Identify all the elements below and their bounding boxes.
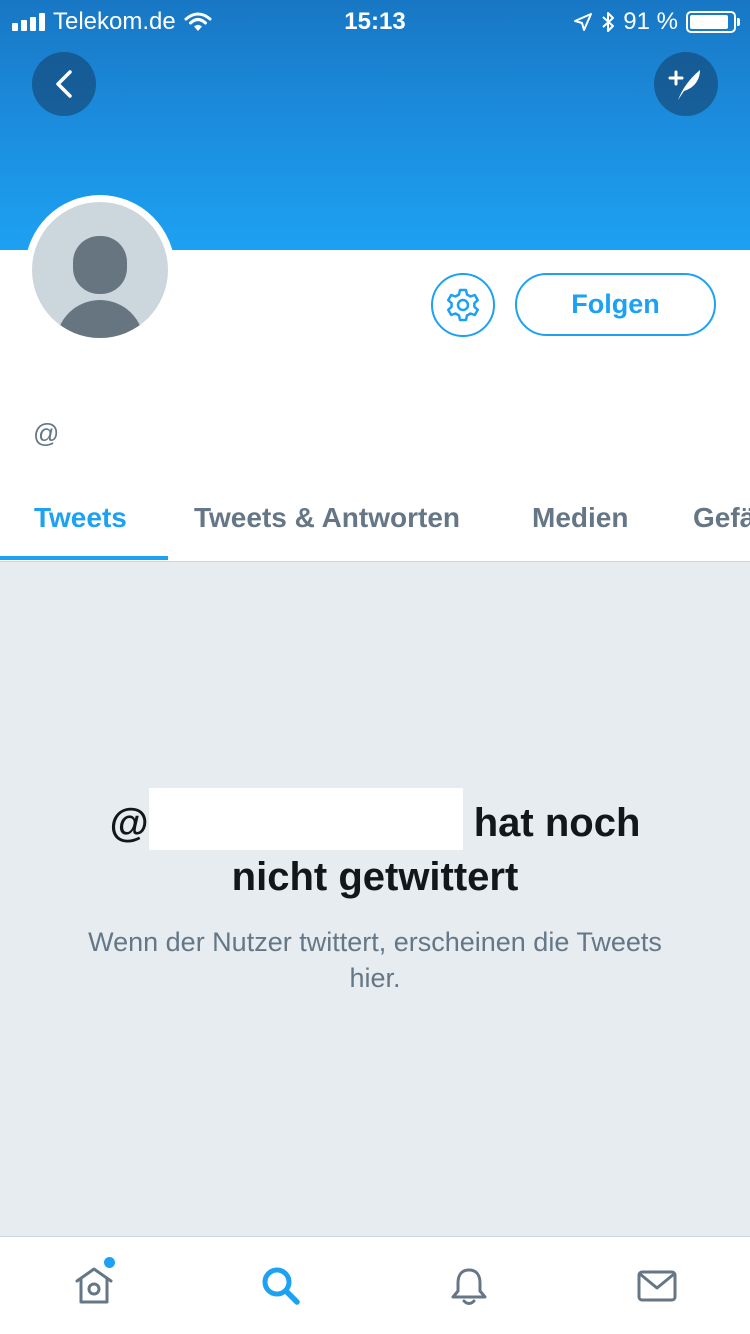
empty-state-handle-prefix: @ xyxy=(109,801,149,845)
profile-tabs: Tweets Tweets & Antworten Medien Gefä xyxy=(0,472,750,562)
home-icon xyxy=(75,1267,112,1304)
empty-state-title: @ hat noch nicht getwittert xyxy=(0,788,750,904)
tab-bar-notifications[interactable] xyxy=(375,1237,562,1334)
battery-icon xyxy=(686,11,740,33)
tab-likes[interactable]: Gefä xyxy=(693,472,750,562)
bell-icon xyxy=(451,1268,486,1305)
default-avatar-icon xyxy=(56,236,144,338)
compose-tweet-button[interactable] xyxy=(654,52,718,116)
chevron-left-icon xyxy=(56,70,72,98)
mail-icon xyxy=(637,1270,676,1302)
status-bar: Telekom.de 15:13 91 % xyxy=(0,0,750,40)
avatar[interactable] xyxy=(25,195,175,345)
compose-tweet-icon xyxy=(668,70,700,100)
home-notification-dot xyxy=(104,1257,115,1268)
empty-state-title-line2: nicht getwittert xyxy=(231,855,519,899)
empty-state-subtitle: Wenn der Nutzer twittert, erscheinen die… xyxy=(88,927,662,993)
gear-icon xyxy=(446,288,480,322)
search-icon xyxy=(262,1267,300,1305)
battery-percentage: 91 % xyxy=(623,8,678,35)
follow-button[interactable]: Folgen xyxy=(515,273,716,336)
profile-settings-button[interactable] xyxy=(431,273,495,337)
tab-bar-messages[interactable] xyxy=(563,1237,750,1334)
bottom-tab-bar xyxy=(0,1236,750,1334)
location-arrow-icon xyxy=(574,13,593,31)
active-tab-indicator xyxy=(0,556,168,560)
bluetooth-icon xyxy=(602,12,615,32)
tab-bar-search[interactable] xyxy=(187,1237,374,1334)
tab-tweets[interactable]: Tweets xyxy=(34,472,127,562)
back-button[interactable] xyxy=(32,52,96,116)
redacted-username xyxy=(148,788,463,850)
empty-state-title-suffix: hat noch xyxy=(473,801,641,845)
tab-media[interactable]: Medien xyxy=(532,472,628,562)
tab-tweets-and-replies[interactable]: Tweets & Antworten xyxy=(194,472,460,562)
profile-handle: @ xyxy=(33,418,60,448)
tab-bar-home[interactable] xyxy=(0,1237,187,1334)
